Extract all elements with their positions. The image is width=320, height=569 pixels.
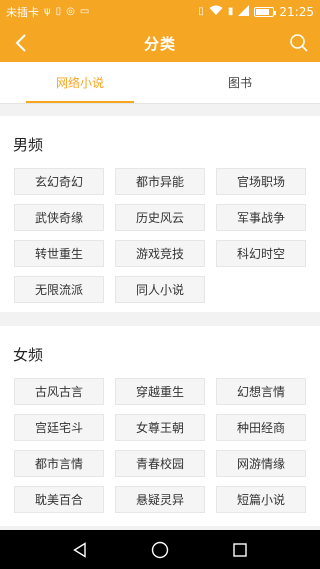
category-tag[interactable]: 都市言情 xyxy=(14,450,104,477)
signal-icon xyxy=(238,5,250,19)
nav-home-button[interactable] xyxy=(145,535,175,565)
wifi-icon xyxy=(209,5,223,19)
status-left: 未插卡 ψ ▯ ◎ ▭ xyxy=(6,4,89,20)
category-tag[interactable]: 女尊王朝 xyxy=(115,414,205,441)
search-icon xyxy=(290,34,308,52)
male-section: 男频 玄幻奇幻 都市异能 官场职场 武侠奇缘 历史风云 军事战争 转世重生 游戏… xyxy=(0,116,320,312)
battery-icon xyxy=(254,7,277,17)
category-tag[interactable]: 官场职场 xyxy=(216,168,306,195)
category-tag[interactable]: 历史风云 xyxy=(115,204,205,231)
hotspot-icon: ◎ xyxy=(66,6,75,17)
category-tag[interactable]: 古风古言 xyxy=(14,378,104,405)
category-tag[interactable]: 军事战争 xyxy=(216,204,306,231)
male-section-title: 男频 xyxy=(13,136,44,154)
category-tag[interactable]: 同人小说 xyxy=(115,276,205,303)
category-tag[interactable]: 宫廷宅斗 xyxy=(14,414,104,441)
category-tag[interactable]: 武侠奇缘 xyxy=(14,204,104,231)
system-nav-bar xyxy=(0,530,320,569)
sim-icon: ▮ xyxy=(227,6,234,17)
category-tag[interactable]: 短篇小说 xyxy=(216,486,306,513)
category-tag[interactable]: 游戏竞技 xyxy=(115,240,205,267)
carrier-label: 未插卡 xyxy=(6,6,39,19)
category-tag[interactable]: 幻想言情 xyxy=(216,378,306,405)
category-tag[interactable]: 科幻时空 xyxy=(216,240,306,267)
category-tag[interactable]: 种田经商 xyxy=(216,414,306,441)
nav-recents-button[interactable] xyxy=(225,535,255,565)
category-tabs: 网络小说 图书 xyxy=(0,62,320,104)
back-triangle-icon xyxy=(73,541,86,558)
back-button[interactable] xyxy=(8,30,34,56)
category-tag[interactable]: 转世重生 xyxy=(14,240,104,267)
category-tag[interactable]: 无限流派 xyxy=(14,276,104,303)
female-section-title: 女频 xyxy=(13,346,44,364)
category-tag[interactable]: 穿越重生 xyxy=(115,378,205,405)
category-tag[interactable]: 悬疑灵异 xyxy=(115,486,205,513)
category-tag[interactable]: 网游情缘 xyxy=(216,450,306,477)
storage-icon: ▯ xyxy=(55,6,62,17)
tab-books[interactable]: 图书 xyxy=(160,62,320,103)
nav-back-button[interactable] xyxy=(65,535,95,565)
female-section: 女频 古风古言 穿越重生 幻想言情 宫廷宅斗 女尊王朝 种田经商 都市言情 青春… xyxy=(0,326,320,526)
app-bar: 分类 xyxy=(0,24,320,62)
status-right: ▯ ▮ 21:25 xyxy=(198,5,314,19)
search-button[interactable] xyxy=(286,30,312,56)
chevron-left-icon xyxy=(15,34,26,52)
vibrate-icon: ▯ xyxy=(198,6,204,17)
page-title: 分类 xyxy=(143,34,176,53)
usb-icon: ψ xyxy=(44,6,51,17)
male-tag-grid: 玄幻奇幻 都市异能 官场职场 武侠奇缘 历史风云 军事战争 转世重生 游戏竞技 … xyxy=(14,168,320,303)
status-bar: 未插卡 ψ ▯ ◎ ▭ ▯ ▮ 21:25 xyxy=(0,0,320,24)
home-circle-icon xyxy=(151,541,169,558)
category-tag[interactable]: 都市异能 xyxy=(115,168,205,195)
mail-icon: ▭ xyxy=(79,6,90,17)
tab-web-novels[interactable]: 网络小说 xyxy=(0,62,160,103)
female-tag-grid: 古风古言 穿越重生 幻想言情 宫廷宅斗 女尊王朝 种田经商 都市言情 青春校园 … xyxy=(14,378,320,513)
category-tag[interactable]: 玄幻奇幻 xyxy=(14,168,104,195)
recents-square-icon xyxy=(233,542,247,557)
category-tag[interactable]: 青春校园 xyxy=(115,450,205,477)
clock: 21:25 xyxy=(279,5,314,19)
category-tag[interactable]: 耽美百合 xyxy=(14,486,104,513)
